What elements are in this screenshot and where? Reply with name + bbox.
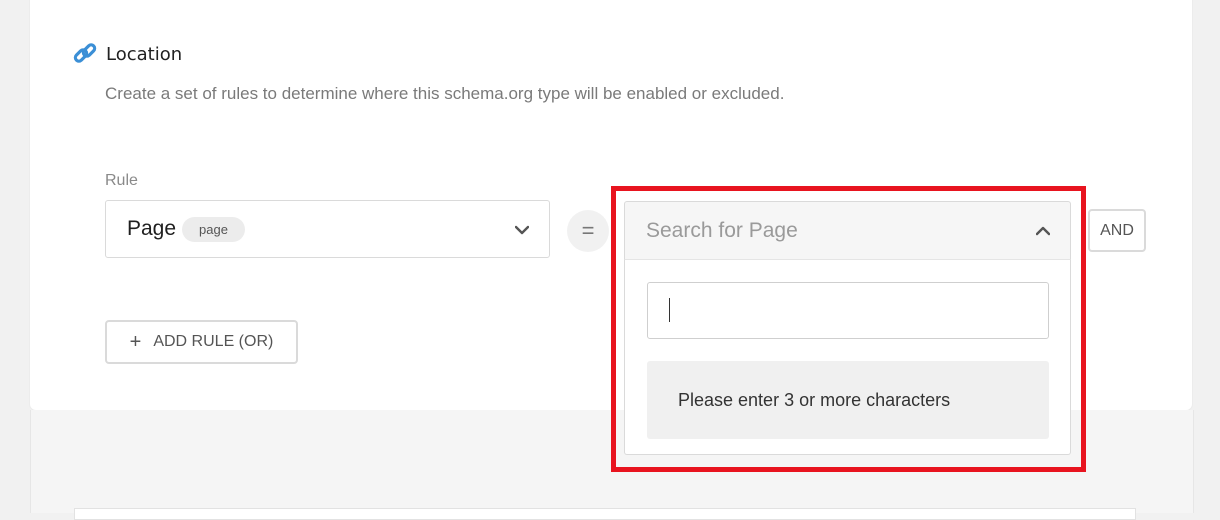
text-caret [669,298,670,322]
section-title-text: Location [106,43,183,65]
link-icon [72,41,98,67]
chevron-down-icon [514,223,530,237]
footer-inner-box [74,508,1136,520]
page-search-select[interactable]: Search for Page [624,201,1071,259]
dropdown-search-input[interactable] [647,282,1049,339]
page-search-placeholder: Search for Page [646,218,798,242]
dropdown-message: Please enter 3 or more characters [647,361,1049,439]
and-button[interactable]: AND [1088,209,1146,252]
section-title: Location [72,40,182,68]
equals-operator: = [567,210,609,252]
page-search-dropdown: Please enter 3 or more characters [624,259,1071,455]
add-rule-label: ADD RULE (OR) [153,333,274,350]
section-description: Create a set of rules to determine where… [105,84,785,103]
rule-type-value: Page [127,217,177,240]
add-rule-or-button[interactable]: + ADD RULE (OR) [105,320,298,364]
rule-type-badge: page [182,216,245,242]
chevron-up-icon [1035,224,1051,238]
plus-icon: + [129,331,142,353]
rule-type-select[interactable]: Page page [105,200,550,258]
rule-label: Rule [105,172,138,189]
